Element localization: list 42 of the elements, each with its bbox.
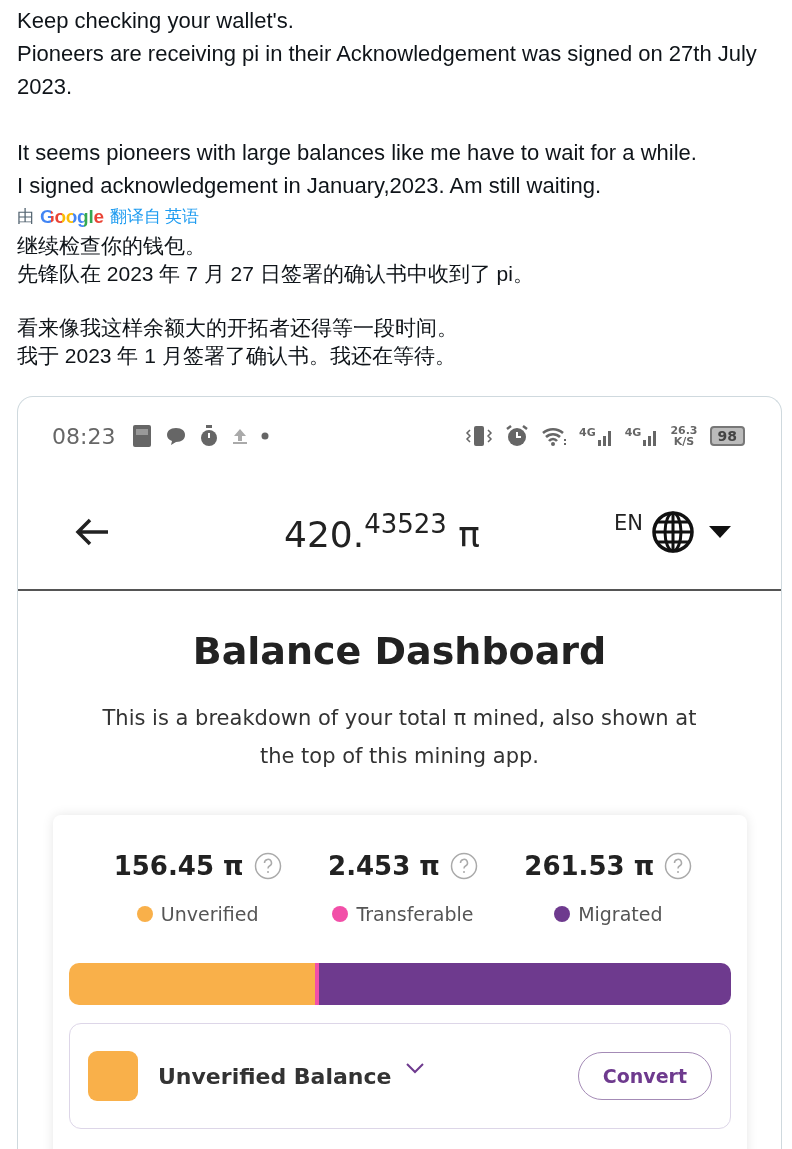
tweet-text: It seems pioneers with large balances like me have to wait for a while. [17,139,698,167]
upload-icon [231,427,250,445]
chat-bubble-icon [165,426,188,446]
page-title: Balance Dashboard [191,629,608,673]
vibrate-icon [465,425,493,447]
dropdown-caret-icon [709,526,731,538]
help-icon [449,852,478,880]
back-arrow-icon [74,517,110,547]
help-icon [664,852,693,880]
description-text: This is a breakdown of your total π mined, also shown at the top of this mining app. [101,705,698,770]
balance-value: 261.53 π [524,851,655,881]
network-speed: 26.3 [670,425,698,436]
legend-label: Unverified [160,903,259,925]
convert-button[interactable]: Convert [577,1052,712,1100]
tweet-text: Pioneers are receiving pi in their Acknowledgement was signed on 27th July 2023. [17,40,758,101]
dot-icon [261,432,270,440]
speed-unit: K/S [673,436,695,447]
tweet-text: Keep checking your wallet's. [17,7,295,35]
legend-label: Migrated [578,903,663,925]
network-type: 4G [579,426,596,439]
alarm-icon [505,424,529,448]
battery-indicator: 98 [709,426,745,446]
balance-value: 2.453 π [328,851,440,881]
translated-text: 看来像我这样余额大的开拓者还得等一段时间。 [17,315,459,341]
wifi-icon [541,426,567,446]
chevron-down-icon [405,1062,426,1074]
balance-row-label: Unverified Balance [158,1063,392,1089]
translated-text: 我于 2023 年 1 月签署了确认书。我还在等待。 [17,343,457,369]
stopwatch-icon [199,425,220,447]
help-icon [253,852,282,880]
legend-label: Transferable [356,903,474,925]
book-icon [131,424,154,448]
language-code[interactable]: EN [614,511,643,535]
translated-text: 先锋队在 2023 年 7 月 27 日签署的确认书中收到了 pi。 [17,261,535,287]
tweet-text: I signed acknowledgement in January,2023. Am still waiting. [17,172,603,200]
translation-label: 由 [17,206,34,228]
network-type: 4G [624,426,642,439]
globe-icon [651,510,695,554]
balance-amount: 420.$^{43523}$ π [283,509,481,555]
translated-text: 继续检查你的钱包。 [17,233,207,259]
status-time: 08:23 [52,423,116,449]
balance-value: 156.45 π [113,851,244,881]
